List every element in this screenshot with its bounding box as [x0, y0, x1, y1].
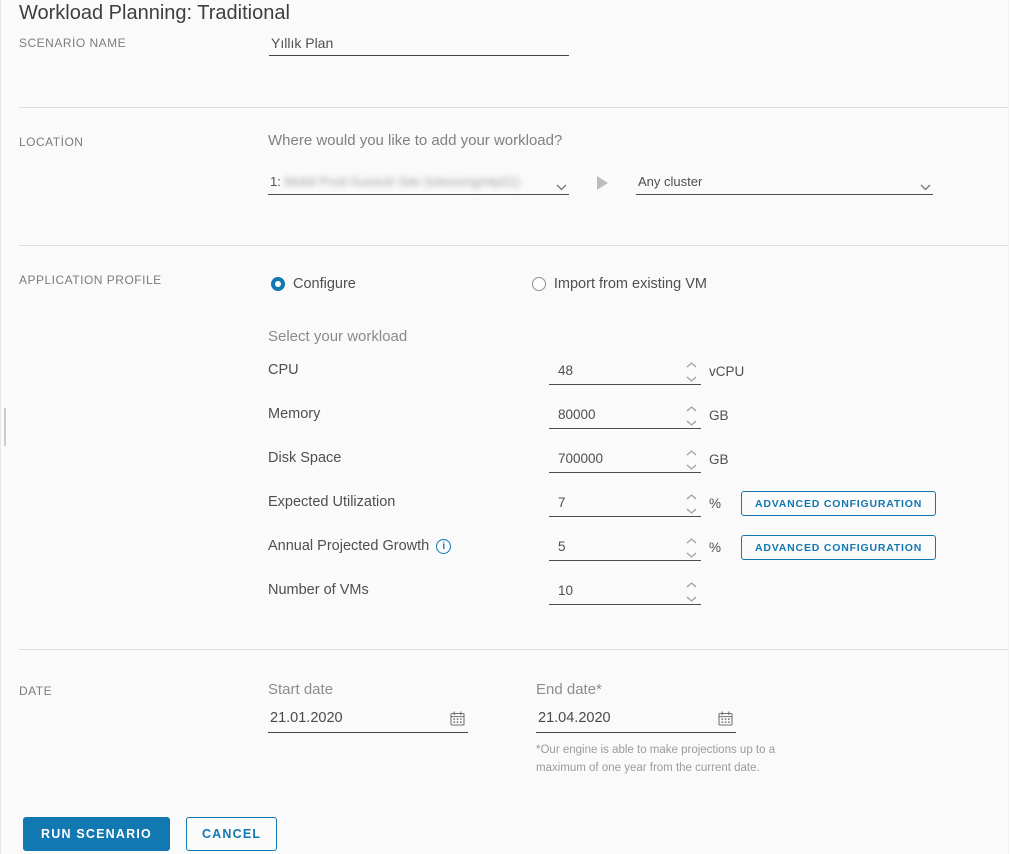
start-date-group: Start date 21.01.2020 [268, 681, 468, 733]
chevron-down-icon [556, 178, 567, 196]
calendar-icon[interactable] [718, 711, 733, 731]
scenario-name-input[interactable]: Yıllık Plan [269, 33, 569, 56]
cpu-label: CPU [268, 362, 299, 378]
scenario-name-value: Yıllık Plan [271, 35, 334, 51]
redacted-datacenter-text: Mobil Prod Gunesli Site (istesxmgmtp01) [284, 174, 520, 189]
end-date-group: End date* 21.04.2020 *Our engine is able… [536, 681, 775, 778]
scenario-name-section-label: SCENARİO NAME [19, 36, 127, 50]
stepper-icon[interactable] [686, 538, 698, 558]
radio-configure[interactable]: Configure [271, 276, 356, 292]
calendar-icon[interactable] [450, 711, 465, 731]
radio-import-label: Import from existing VM [553, 276, 707, 292]
field-row-utilization: Expected Utilization 7 % ADVANCED CONFIG… [268, 491, 1009, 521]
workload-planning-page: Workload Planning: Traditional SCENARİO … [0, 0, 1011, 854]
date-section-label: DATE [19, 684, 53, 698]
advanced-configuration-button[interactable]: ADVANCED CONFIGURATION [741, 491, 937, 516]
select-workload-heading: Select your workload [268, 328, 408, 345]
section-divider [19, 649, 1009, 650]
run-scenario-button[interactable]: RUN SCENARIO [23, 817, 170, 851]
action-bar: RUN SCENARIO CANCEL [23, 817, 278, 851]
start-date-value: 21.01.2020 [270, 710, 343, 726]
disk-space-value: 700000 [558, 451, 604, 466]
stepper-icon[interactable] [686, 582, 698, 602]
stepper-icon[interactable] [686, 450, 698, 470]
stepper-icon[interactable] [686, 406, 698, 426]
disk-space-input[interactable]: 700000 [549, 447, 701, 473]
section-divider [19, 245, 1009, 246]
annual-growth-input[interactable]: 5 [549, 535, 701, 561]
radio-selected-icon [271, 277, 285, 291]
location-section-label: LOCATİON [19, 135, 84, 149]
datacenter-select-value: 1: Mobil Prod Gunesli Site (istesxmgmtp0… [270, 174, 520, 189]
end-date-footnote: *Our engine is able to make projections … [536, 744, 776, 775]
field-row-cpu: CPU 48 vCPU [268, 359, 1009, 389]
annual-growth-label: Annual Projected Growth i [268, 535, 549, 554]
expected-utilization-value: 7 [558, 495, 566, 510]
advanced-configuration-button[interactable]: ADVANCED CONFIGURATION [741, 535, 937, 560]
number-of-vms-input[interactable]: 10 [549, 579, 701, 605]
memory-value: 80000 [558, 407, 596, 422]
annual-growth-unit: % [709, 540, 722, 555]
memory-input[interactable]: 80000 [549, 403, 701, 429]
panel-resize-handle[interactable] [4, 408, 6, 446]
expected-utilization-label: Expected Utilization [268, 494, 396, 510]
page-title: Workload Planning: Traditional [19, 2, 290, 24]
end-date-label: End date* [536, 681, 602, 698]
number-of-vms-label: Number of VMs [268, 582, 369, 598]
field-row-growth: Annual Projected Growth i 5 % ADVANCED C… [268, 535, 1009, 565]
memory-label: Memory [268, 406, 321, 422]
cpu-unit: vCPU [709, 364, 745, 379]
field-row-vm-count: Number of VMs 10 [268, 579, 1009, 609]
end-date-input[interactable]: 21.04.2020 [536, 707, 736, 733]
location-question: Where would you like to add your workloa… [268, 132, 563, 149]
disk-space-label: Disk Space [268, 450, 342, 466]
field-row-disk: Disk Space 700000 GB [268, 447, 1009, 477]
cluster-select-value: Any cluster [638, 174, 703, 189]
end-date-value: 21.04.2020 [538, 710, 611, 726]
cluster-select[interactable]: Any cluster [636, 169, 933, 195]
field-row-memory: Memory 80000 GB [268, 403, 1009, 433]
cpu-value: 48 [558, 363, 574, 378]
expected-utilization-unit: % [709, 496, 722, 511]
radio-unselected-icon [531, 277, 546, 291]
radio-import-from-vm[interactable]: Import from existing VM [531, 276, 707, 292]
section-divider [19, 107, 1009, 108]
memory-unit: GB [709, 408, 729, 423]
profile-mode-radio-group: Configure Import from existing VM [271, 276, 707, 292]
radio-configure-label: Configure [293, 276, 356, 292]
application-profile-section-label: APPLICATION PROFILE [19, 273, 162, 287]
number-of-vms-value: 10 [558, 583, 574, 598]
cancel-button[interactable]: CANCEL [185, 817, 278, 851]
info-icon[interactable]: i [436, 538, 452, 554]
stepper-icon[interactable] [686, 494, 698, 514]
chevron-down-icon [920, 178, 931, 196]
cpu-input[interactable]: 48 [549, 359, 701, 385]
expected-utilization-input[interactable]: 7 [549, 491, 701, 517]
disk-space-unit: GB [709, 452, 729, 467]
stepper-icon[interactable] [686, 362, 698, 382]
annual-growth-value: 5 [558, 539, 566, 554]
start-date-input[interactable]: 21.01.2020 [268, 707, 468, 733]
datacenter-select[interactable]: 1: Mobil Prod Gunesli Site (istesxmgmtp0… [268, 169, 569, 195]
start-date-label: Start date [268, 681, 334, 698]
hierarchy-arrow-icon [597, 176, 608, 190]
